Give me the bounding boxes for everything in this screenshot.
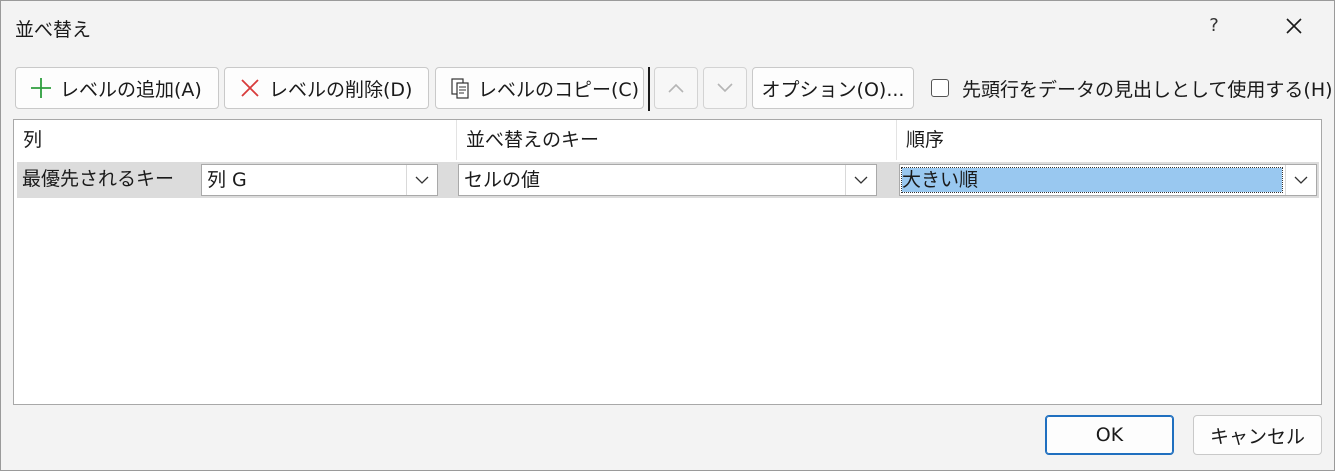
- order-dropdown-button[interactable]: [1285, 165, 1316, 195]
- copy-level-label: レベルのコピー(C): [478, 78, 640, 101]
- move-down-button[interactable]: [703, 67, 747, 109]
- help-button[interactable]: ?: [1204, 15, 1224, 39]
- column-header: 列: [14, 120, 457, 160]
- options-label: オプション(O)...: [761, 78, 905, 101]
- copy-icon: [448, 75, 472, 101]
- chevron-up-icon: [668, 83, 684, 93]
- order-select[interactable]: 大きい順: [899, 164, 1317, 196]
- column-select[interactable]: 列 G: [201, 164, 438, 196]
- add-level-label: レベルの追加(A): [60, 78, 202, 101]
- delete-level-label: レベルの削除(D): [269, 78, 413, 101]
- plus-icon: [28, 75, 54, 101]
- sort-dialog: 並べ替え ? レベルの追加(A) レベルの削除(D) レベルのコピー(C) オプ…: [0, 0, 1335, 471]
- title-bar: 並べ替え ?: [1, 1, 1334, 53]
- copy-level-button[interactable]: レベルのコピー(C): [435, 67, 644, 109]
- header-row-checkbox-label: 先頭行をデータの見出しとして使用する(H): [962, 78, 1333, 101]
- toolbar-separator: [648, 67, 650, 111]
- sort-on-select-value: セルの値: [464, 169, 541, 191]
- sort-on-header: 並べ替えのキー: [457, 120, 897, 160]
- row-label: 最優先されるキー: [22, 168, 175, 190]
- chevron-down-icon: [415, 176, 429, 184]
- column-dropdown-button[interactable]: [406, 165, 437, 195]
- column-select-value: 列 G: [207, 169, 247, 191]
- add-level-button[interactable]: レベルの追加(A): [15, 67, 219, 109]
- ok-button[interactable]: OK: [1045, 415, 1174, 455]
- delete-x-icon: [237, 75, 263, 101]
- sort-on-dropdown-button[interactable]: [845, 165, 876, 195]
- order-header: 順序: [906, 129, 945, 151]
- sort-level-row[interactable]: 最優先されるキー 列 G セルの値 大きい順: [17, 162, 1319, 198]
- close-button[interactable]: [1281, 13, 1307, 39]
- delete-level-button[interactable]: レベルの削除(D): [224, 67, 429, 109]
- options-button[interactable]: オプション(O)...: [752, 67, 914, 109]
- header-row-checkbox[interactable]: 先頭行をデータの見出しとして使用する(H): [931, 75, 1333, 101]
- sort-on-select[interactable]: セルの値: [458, 164, 877, 196]
- checkbox-box[interactable]: [931, 79, 949, 97]
- cancel-button[interactable]: キャンセル: [1193, 415, 1322, 455]
- chevron-down-icon: [854, 176, 868, 184]
- move-up-button[interactable]: [654, 67, 698, 109]
- chevron-down-icon: [1294, 176, 1308, 184]
- order-select-value: 大きい順: [901, 167, 1283, 193]
- dialog-title: 並べ替え: [15, 19, 92, 41]
- chevron-down-icon: [717, 83, 733, 93]
- sort-levels-grid: 列 並べ替えのキー 順序 最優先されるキー 列 G セルの値 大きい順: [13, 119, 1322, 405]
- close-icon: [1286, 18, 1302, 34]
